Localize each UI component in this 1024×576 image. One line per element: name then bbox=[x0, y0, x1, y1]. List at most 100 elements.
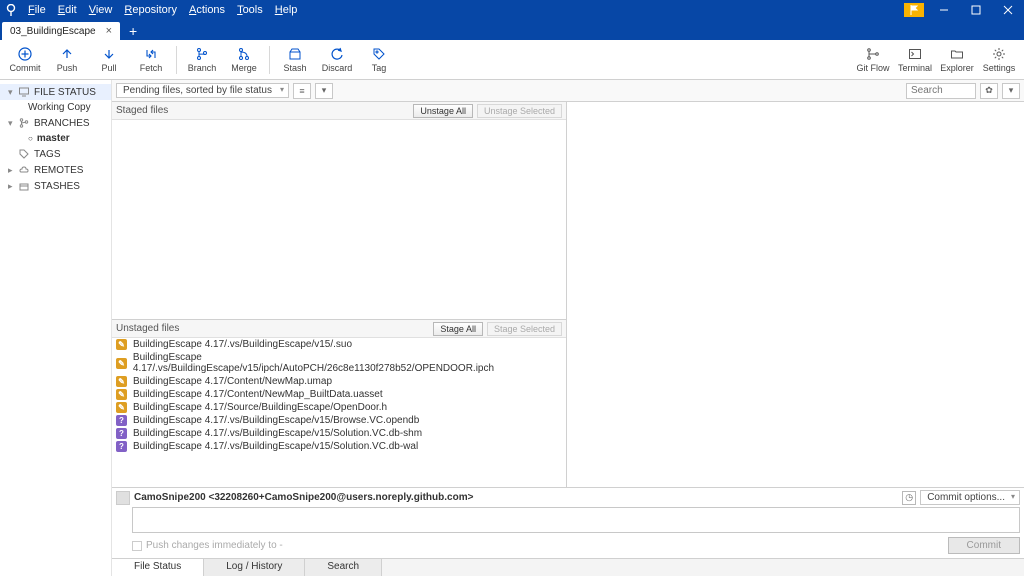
tool-label: Tag bbox=[372, 63, 387, 73]
sidebar-branch-master[interactable]: master bbox=[0, 131, 111, 146]
sidebar: ▾ FILE STATUS Working Copy ▾ BRANCHES ma… bbox=[0, 80, 112, 576]
sidebar-label: REMOTES bbox=[34, 165, 83, 176]
pending-filter-dropdown[interactable]: Pending files, sorted by file status bbox=[116, 83, 289, 98]
stage-selected-button: Stage Selected bbox=[487, 322, 562, 336]
modified-badge-icon: ✎ bbox=[116, 339, 127, 350]
tab-search[interactable]: Search bbox=[305, 559, 382, 576]
file-row[interactable]: ?BuildingEscape 4.17/.vs/BuildingEscape/… bbox=[112, 414, 566, 427]
sidebar-file-status[interactable]: ▾ FILE STATUS bbox=[0, 84, 111, 100]
sidebar-tags[interactable]: TAGS bbox=[0, 146, 111, 162]
fetch-tool[interactable]: Fetch bbox=[130, 41, 172, 79]
settings-tool[interactable]: Settings bbox=[978, 41, 1020, 79]
file-panes: Staged files Unstage All Unstage Selecte… bbox=[112, 102, 567, 487]
diff-pane bbox=[567, 102, 1024, 487]
chevron-down-icon: ▾ bbox=[8, 118, 18, 129]
discard-tool[interactable]: Discard bbox=[316, 41, 358, 79]
menu-edit[interactable]: Edit bbox=[52, 4, 83, 16]
terminal-tool[interactable]: Terminal bbox=[894, 41, 936, 79]
toolbar: Commit Push Pull Fetch Branch Merge Stas… bbox=[0, 40, 1024, 80]
branch-tool[interactable]: Branch bbox=[181, 41, 223, 79]
close-button[interactable] bbox=[992, 0, 1024, 20]
repo-tab-label: 03_BuildingEscape bbox=[10, 26, 96, 37]
stage-all-button[interactable]: Stage All bbox=[433, 322, 483, 336]
push-hint: Push changes immediately to - bbox=[146, 540, 283, 551]
modified-badge-icon: ✎ bbox=[116, 389, 127, 400]
unstaged-list: ✎ BuildingEscape 4.17/.vs/BuildingEscape/… bbox=[112, 338, 566, 487]
search-input[interactable] bbox=[906, 83, 976, 99]
bottom-tabs: File Status Log / History Search bbox=[112, 558, 1024, 576]
file-row[interactable]: ✎BuildingEscape 4.17/Content/NewMap.umap bbox=[112, 375, 566, 388]
file-path: BuildingEscape 4.17/Source/BuildingEscap… bbox=[133, 402, 387, 413]
commit-options-dropdown[interactable]: Commit options... bbox=[920, 490, 1020, 505]
view-options-dropdown[interactable]: ▾ bbox=[315, 83, 333, 99]
explorer-tool[interactable]: Explorer bbox=[936, 41, 978, 79]
file-row[interactable]: ✎ BuildingEscape 4.17/.vs/BuildingEscape/… bbox=[112, 351, 566, 375]
stash-tool[interactable]: Stash bbox=[274, 41, 316, 79]
search-settings-button[interactable]: ✿ bbox=[980, 83, 998, 99]
plus-circle-icon bbox=[18, 47, 32, 61]
tag-icon bbox=[18, 148, 30, 160]
file-row[interactable]: ✎ BuildingEscape 4.17/Content/NewMap_Buil… bbox=[112, 388, 566, 401]
commit-tool[interactable]: Commit bbox=[4, 41, 46, 79]
staged-header: Staged files Unstage All Unstage Selecte… bbox=[112, 102, 566, 120]
notification-flag-icon[interactable] bbox=[904, 3, 924, 17]
merge-tool[interactable]: Merge bbox=[223, 41, 265, 79]
gear-icon bbox=[992, 47, 1006, 61]
cloud-icon bbox=[18, 164, 30, 176]
discard-icon bbox=[330, 47, 344, 61]
file-row[interactable]: ✎BuildingEscape 4.17/.vs/BuildingEscape/… bbox=[112, 338, 566, 351]
file-row[interactable]: ✎BuildingEscape 4.17/Source/BuildingEsca… bbox=[112, 401, 566, 414]
menu-file[interactable]: File bbox=[22, 4, 52, 16]
sidebar-stashes[interactable]: ▸ STASHES bbox=[0, 178, 111, 194]
sidebar-branches[interactable]: ▾ BRANCHES bbox=[0, 115, 111, 131]
staged-list bbox=[112, 120, 566, 320]
modified-badge-icon: ✎ bbox=[116, 358, 127, 369]
close-tab-icon[interactable]: × bbox=[106, 25, 112, 37]
gitflow-tool[interactable]: Git Flow bbox=[852, 41, 894, 79]
commit-message-input[interactable] bbox=[132, 507, 1020, 533]
pull-tool[interactable]: Pull bbox=[88, 41, 130, 79]
arrow-down-icon bbox=[102, 47, 116, 61]
menu-help[interactable]: Help bbox=[269, 4, 304, 16]
menu-repository[interactable]: Repository bbox=[118, 4, 183, 16]
terminal-icon bbox=[908, 47, 922, 61]
menu-tools[interactable]: Tools bbox=[231, 4, 269, 16]
tool-label: Explorer bbox=[940, 63, 974, 73]
view-list-button[interactable]: ≡ bbox=[293, 83, 311, 99]
repo-tab[interactable]: 03_BuildingEscape × bbox=[2, 22, 120, 40]
history-icon[interactable]: ◷ bbox=[902, 491, 916, 505]
file-row[interactable]: ?BuildingEscape 4.17/.vs/BuildingEscape/… bbox=[112, 440, 566, 453]
push-immediately-checkbox[interactable] bbox=[132, 541, 142, 551]
tool-label: Stash bbox=[283, 63, 306, 73]
tool-label: Terminal bbox=[898, 63, 932, 73]
file-path: BuildingEscape 4.17/.vs/BuildingEscape/v… bbox=[133, 352, 562, 374]
new-tab-button[interactable]: + bbox=[124, 22, 142, 40]
sidebar-remotes[interactable]: ▸ REMOTES bbox=[0, 162, 111, 178]
maximize-button[interactable] bbox=[960, 0, 992, 20]
tab-log-history[interactable]: Log / History bbox=[204, 559, 305, 576]
menu-bar: File Edit View Repository Actions Tools … bbox=[0, 0, 1024, 20]
file-path: BuildingEscape 4.17/Content/NewMap_Built… bbox=[133, 389, 383, 400]
tag-tool[interactable]: Tag bbox=[358, 41, 400, 79]
tab-file-status[interactable]: File Status bbox=[112, 559, 204, 576]
chevron-right-icon: ▸ bbox=[8, 181, 18, 192]
monitor-icon bbox=[18, 86, 30, 98]
unknown-badge-icon: ? bbox=[116, 415, 127, 426]
arrow-up-icon bbox=[60, 47, 74, 61]
sidebar-label: STASHES bbox=[34, 181, 80, 192]
commit-button[interactable]: Commit bbox=[948, 537, 1020, 554]
chevron-down-icon: ▾ bbox=[8, 87, 18, 98]
file-row[interactable]: ?BuildingEscape 4.17/.vs/BuildingEscape/… bbox=[112, 427, 566, 440]
avatar bbox=[116, 491, 130, 505]
sidebar-label: BRANCHES bbox=[34, 118, 90, 129]
file-path: BuildingEscape 4.17/.vs/BuildingEscape/v… bbox=[133, 441, 418, 452]
search-options-dropdown[interactable]: ▾ bbox=[1002, 83, 1020, 99]
push-tool[interactable]: Push bbox=[46, 41, 88, 79]
staged-title: Staged files bbox=[116, 105, 168, 116]
minimize-button[interactable] bbox=[928, 0, 960, 20]
menu-view[interactable]: View bbox=[83, 4, 119, 16]
sidebar-working-copy[interactable]: Working Copy bbox=[0, 100, 111, 115]
unstaged-title: Unstaged files bbox=[116, 323, 179, 334]
menu-actions[interactable]: Actions bbox=[183, 4, 231, 16]
unstage-all-button[interactable]: Unstage All bbox=[413, 104, 473, 118]
